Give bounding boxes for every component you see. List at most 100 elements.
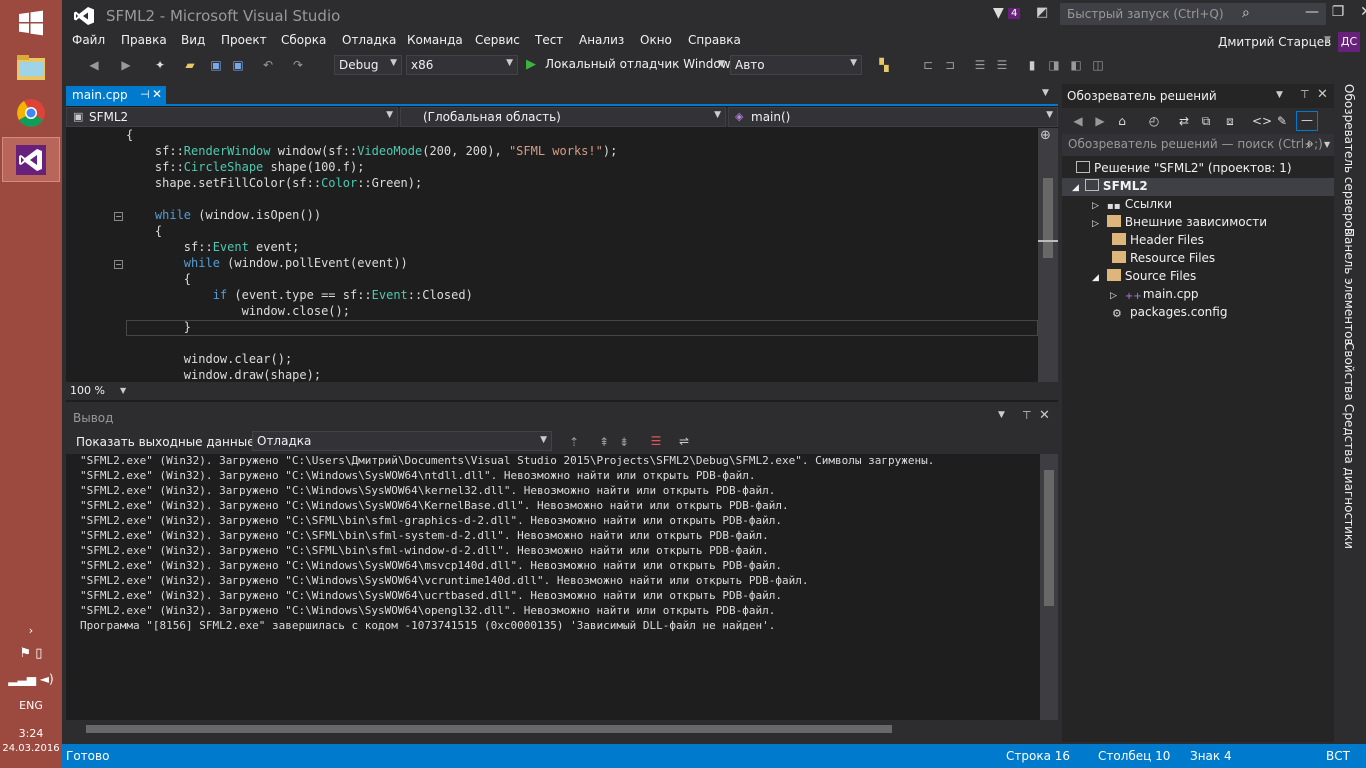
- home-icon[interactable]: ⌂: [1114, 113, 1130, 129]
- scope-nav-select[interactable]: (Глобальная область) ▼: [400, 107, 726, 127]
- menu-help[interactable]: Справка: [688, 33, 741, 47]
- back-icon[interactable]: ◀: [86, 57, 102, 73]
- tray-flag-icon[interactable]: ⚑ ▯: [0, 646, 62, 661]
- close-tab-icon[interactable]: ✕: [152, 87, 162, 101]
- tab-list-icon[interactable]: ▼: [1042, 88, 1049, 98]
- menu-analyze[interactable]: Анализ: [579, 33, 624, 47]
- tree-source-files[interactable]: ◢ Source Files: [1092, 269, 1196, 287]
- taskbar-expand-icon[interactable]: ›: [0, 624, 62, 637]
- scroll-thumb[interactable]: [1043, 178, 1053, 258]
- account-name[interactable]: Дмитрий Старцев: [1218, 35, 1331, 49]
- output-menu-icon[interactable]: ▼: [998, 410, 1005, 420]
- tray-language[interactable]: ENG: [0, 699, 62, 712]
- open-file-icon[interactable]: ▰: [182, 57, 198, 73]
- start-debug-icon[interactable]: ▶: [526, 57, 536, 72]
- debugger-dropdown-icon[interactable]: ▼: [718, 59, 725, 69]
- tree-header-files[interactable]: Header Files: [1112, 233, 1204, 251]
- tray-time[interactable]: 3:24: [0, 727, 62, 740]
- output-source-select[interactable]: Отладка ▼: [252, 431, 552, 451]
- save-icon[interactable]: ▣: [208, 57, 224, 73]
- menu-test[interactable]: Тест: [535, 33, 563, 47]
- next-bookmark-icon[interactable]: ◧: [1068, 57, 1084, 73]
- forward-icon[interactable]: ▶: [118, 57, 134, 73]
- account-avatar[interactable]: ДС: [1338, 32, 1360, 52]
- search-icon[interactable]: ⌕: [1306, 136, 1314, 152]
- tree-project[interactable]: ◢ SFML2: [1072, 179, 1148, 197]
- output-pin-icon[interactable]: ⊤: [1022, 409, 1032, 422]
- output-close-icon[interactable]: ✕: [1039, 408, 1050, 423]
- pin-icon[interactable]: ⊣: [140, 88, 150, 101]
- explorer-taskbar-button[interactable]: [2, 44, 60, 89]
- close-button[interactable]: ✕: [1352, 4, 1366, 24]
- start-debugger-button[interactable]: Локальный отладчик Windows: [545, 57, 737, 71]
- solution-search-input[interactable]: Обозреватель решений — поиск (Ctrl+;): [1062, 134, 1334, 156]
- tab-main-cpp[interactable]: main.cpp ⊣ ✕: [66, 86, 166, 106]
- tray-network-icon[interactable]: ▂▃▅ ◄): [0, 672, 62, 686]
- zoom-level[interactable]: 100 %: [70, 384, 105, 397]
- prev-message-icon[interactable]: ⇞: [596, 434, 612, 450]
- menu-file[interactable]: Файл: [72, 33, 105, 47]
- tree-main-cpp[interactable]: ▷ ++main.cpp: [1110, 287, 1199, 305]
- zoom-dropdown-icon[interactable]: ▼: [120, 386, 126, 395]
- history-icon[interactable]: ◴: [1146, 113, 1162, 129]
- configuration-select[interactable]: Debug ▼: [334, 55, 402, 75]
- feedback-icon[interactable]: ◩: [1036, 5, 1048, 20]
- menu-build[interactable]: Сборка: [281, 33, 326, 47]
- menu-edit[interactable]: Правка: [121, 33, 167, 47]
- output-text[interactable]: "SFML2.exe" (Win32). Загружено "C:\Users…: [66, 454, 1040, 720]
- solution-mode-select[interactable]: Авто ▼: [730, 55, 862, 75]
- tree-references[interactable]: ▷ ▪▪ Ссылки: [1092, 197, 1172, 215]
- word-wrap-icon[interactable]: ⇌: [676, 433, 692, 449]
- collapse-all-icon[interactable]: ⧉: [1198, 113, 1214, 129]
- feedback-filter-icon[interactable]: ▼: [993, 5, 1004, 21]
- indicator-margin[interactable]: [66, 128, 86, 382]
- account-dropdown-icon[interactable]: ▼: [1324, 35, 1331, 45]
- quick-launch-input[interactable]: Быстрый запуск (Ctrl+Q): [1060, 3, 1326, 25]
- tree-solution[interactable]: Решение "SFML2" (проектов: 1): [1076, 161, 1292, 179]
- editor-vertical-scrollbar[interactable]: [1038, 128, 1058, 382]
- step-into-icon[interactable]: ⊏: [920, 57, 936, 73]
- sync-icon[interactable]: ⇄: [1176, 113, 1192, 129]
- visual-studio-taskbar-button[interactable]: [2, 137, 60, 182]
- member-nav-select[interactable]: ◈ main() ▼: [728, 107, 1058, 127]
- find-in-files-icon[interactable]: ▚: [876, 57, 892, 73]
- menu-window[interactable]: Окно: [640, 33, 672, 47]
- redo-icon[interactable]: ↷: [290, 57, 306, 73]
- next-message-icon[interactable]: ⇟: [616, 434, 632, 450]
- scroll-thumb[interactable]: [1044, 470, 1054, 606]
- tree-external-deps[interactable]: ▷ Внешние зависимости: [1092, 215, 1267, 233]
- comment-icon[interactable]: ☰: [972, 57, 988, 73]
- tray-date[interactable]: 24.03.2016: [0, 743, 62, 754]
- panel-pin-icon[interactable]: ⊤: [1300, 88, 1310, 101]
- show-all-files-icon[interactable]: ⧈: [1222, 113, 1238, 129]
- panel-close-icon[interactable]: ✕: [1317, 87, 1328, 102]
- scroll-thumb[interactable]: [86, 725, 892, 733]
- menu-project[interactable]: Проект: [221, 33, 267, 47]
- back-icon[interactable]: ◀: [1070, 113, 1086, 129]
- output-vertical-scrollbar[interactable]: [1040, 454, 1058, 720]
- menu-tools[interactable]: Сервис: [475, 33, 520, 47]
- step-over-icon[interactable]: ⊐: [942, 57, 958, 73]
- start-button[interactable]: [2, 0, 60, 45]
- maximize-button[interactable]: ❐: [1324, 4, 1352, 24]
- collapse-icon[interactable]: −: [114, 260, 123, 269]
- chrome-taskbar-button[interactable]: [2, 90, 60, 135]
- collapse-icon[interactable]: −: [114, 212, 123, 221]
- bookmark-icon[interactable]: ▮: [1024, 57, 1040, 73]
- search-options-icon[interactable]: ▼: [1324, 140, 1330, 149]
- find-message-icon[interactable]: ⇡: [566, 434, 582, 450]
- tab-diagnostic-tools[interactable]: Средства диагностики: [1342, 404, 1356, 549]
- clear-all-icon[interactable]: ☰: [648, 433, 664, 449]
- uncomment-icon[interactable]: ☰: [994, 57, 1010, 73]
- split-view-icon[interactable]: ⊕: [1040, 128, 1051, 143]
- tab-properties[interactable]: Свойства: [1342, 342, 1356, 401]
- new-project-icon[interactable]: ✦: [152, 57, 168, 73]
- menu-debug[interactable]: Отладка: [342, 33, 396, 47]
- code-view-icon[interactable]: <>: [1252, 113, 1272, 129]
- notification-count[interactable]: 4: [1008, 8, 1021, 19]
- editor-horizontal-scrollbar[interactable]: 100 % ▼: [66, 382, 1058, 400]
- properties-icon[interactable]: ✎: [1274, 113, 1290, 129]
- project-nav-select[interactable]: ▣ SFML2 ▼: [66, 107, 398, 127]
- menu-team[interactable]: Команда: [407, 33, 463, 47]
- menu-view[interactable]: Вид: [181, 33, 205, 47]
